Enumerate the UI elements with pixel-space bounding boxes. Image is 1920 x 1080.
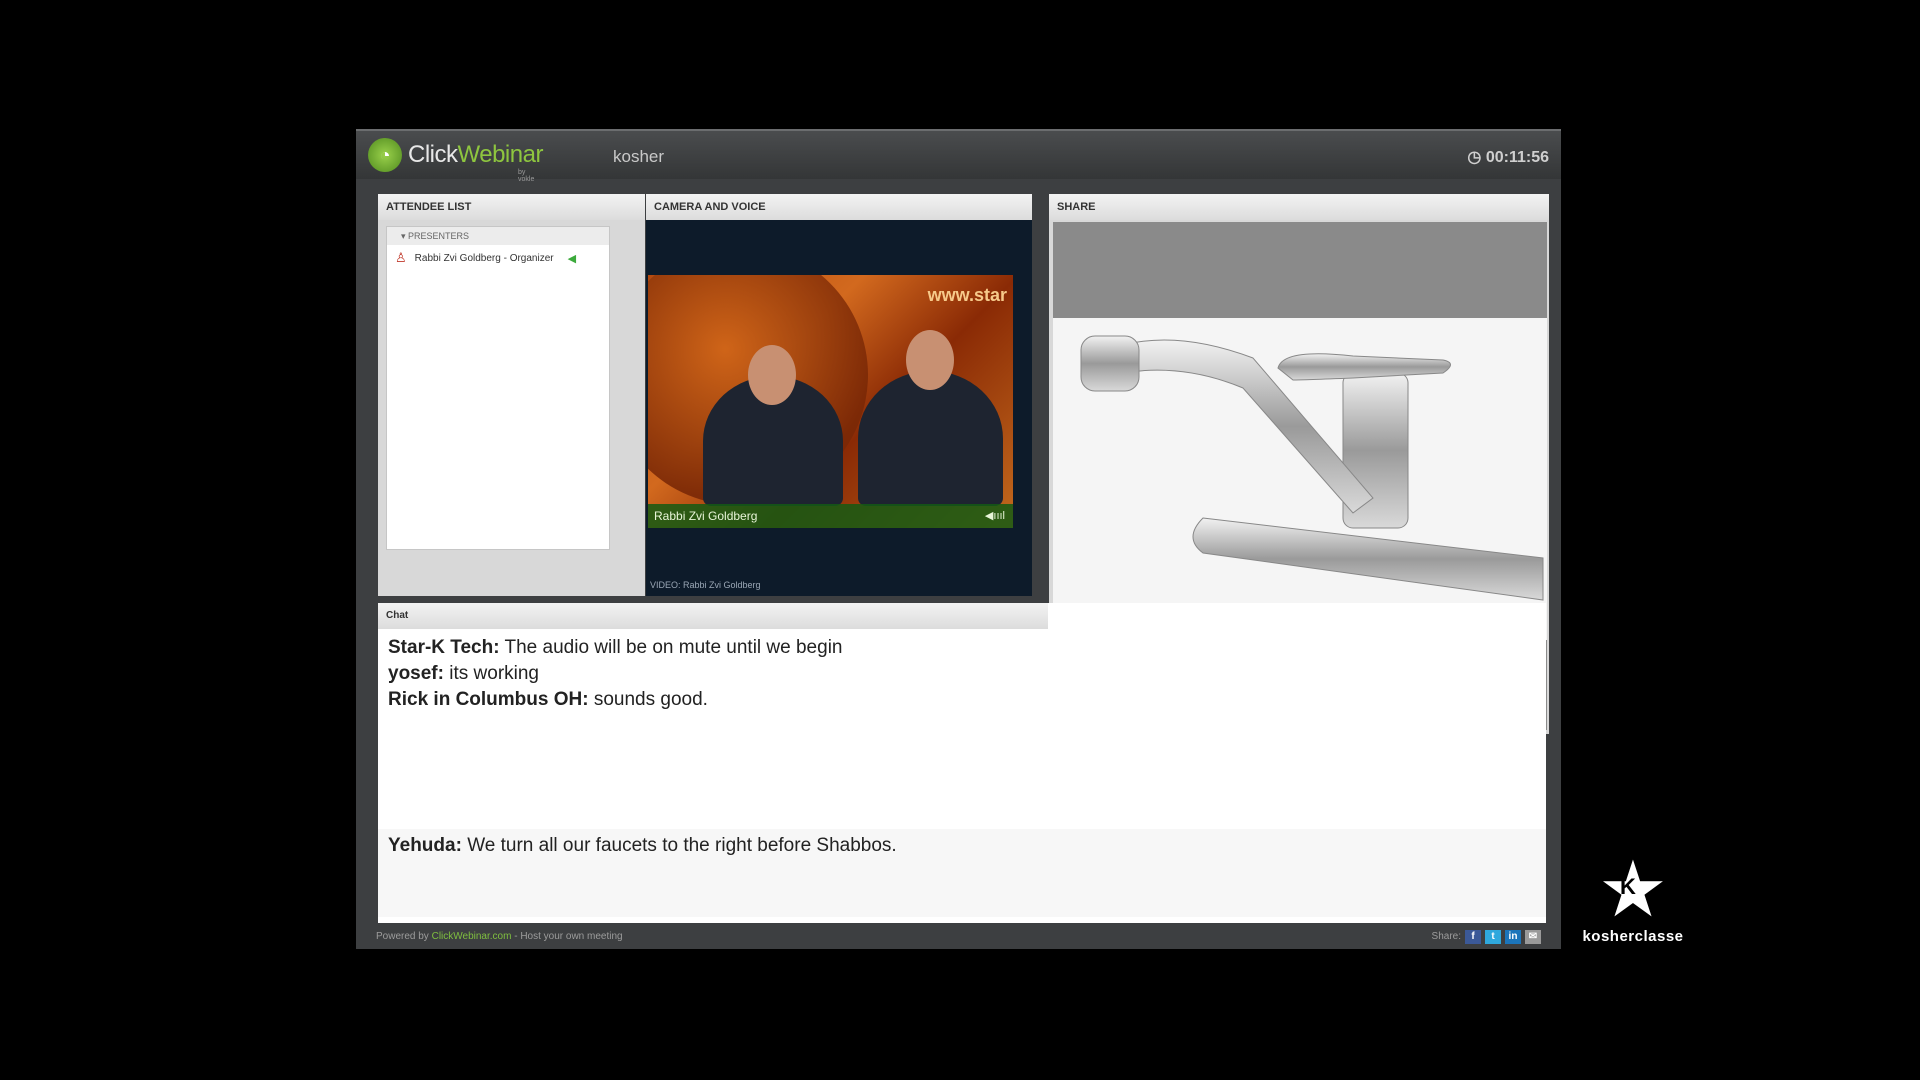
presenter-right: [858, 371, 1003, 506]
twitter-icon[interactable]: t: [1485, 930, 1501, 944]
logo-webinar: Webinar: [457, 141, 544, 168]
facebook-icon[interactable]: f: [1465, 930, 1481, 944]
chat-message: yosef: its working: [388, 663, 539, 684]
background-site-text: www.star: [927, 285, 1007, 305]
collapse-arrow-icon[interactable]: ▾: [401, 231, 406, 241]
email-icon[interactable]: ✉: [1525, 930, 1541, 944]
footer: Powered by ClickWebinar.com - Host your …: [356, 925, 1561, 949]
video-caption: Rabbi Zvi Goldberg ◀ıııl: [648, 504, 1013, 528]
share-title: SHARE: [1049, 194, 1549, 220]
camera-voice-panel: CAMERA AND VOICE www.star Rabbi Zvi Gold…: [646, 194, 1032, 596]
top-bar: ◔ ClickWebinar by vokle kosher ◷ 00:11:5…: [356, 131, 1561, 183]
chat-input[interactable]: Yehuda: We turn all our faucets to the r…: [378, 829, 1546, 917]
room-name: kosher: [613, 147, 665, 166]
volume-icon[interactable]: ◀ıııl: [985, 504, 1005, 528]
video-label: VIDEO: Rabbi Zvi Goldberg: [650, 580, 761, 590]
camera-title: CAMERA AND VOICE: [646, 194, 1032, 220]
video-feed[interactable]: www.star Rabbi Zvi Goldberg ◀ıııl: [648, 275, 1013, 528]
chat-log: Star-K Tech: The audio will be on mute u…: [378, 629, 1546, 719]
presenter-right-head: [906, 330, 954, 390]
timer-value: 00:11:56: [1485, 149, 1549, 166]
chat-title: Chat: [378, 603, 1048, 629]
logo-subtitle: by vokle: [518, 169, 535, 183]
logo-click: Click: [408, 141, 458, 168]
faucet-illustration: [1080, 335, 1544, 601]
brand-link[interactable]: ClickWebinar.com: [432, 931, 512, 942]
attendee-name: Rabbi Zvi Goldberg - Organizer: [414, 252, 554, 264]
linkedin-icon[interactable]: in: [1505, 930, 1521, 944]
webinar-window: ◔ ClickWebinar by vokle kosher ◷ 00:11:5…: [356, 129, 1561, 949]
chat-panel: Chat Star-K Tech: The audio will be on m…: [378, 603, 1546, 923]
share-buttons: Share: f t in ✉: [1432, 925, 1541, 949]
speaker-icon: ◀: [567, 252, 577, 265]
organizer-icon: ♙: [395, 250, 407, 265]
attendee-item[interactable]: ♙ Rabbi Zvi Goldberg - Organizer ◀: [387, 245, 609, 266]
faucet-image: [1053, 318, 1547, 640]
chat-message: Star-K Tech: The audio will be on mute u…: [388, 637, 843, 658]
attendee-list-title: ATTENDEE LIST: [378, 194, 645, 220]
session-timer: ◷ 00:11:56: [1467, 147, 1549, 167]
presenters-label: PRESENTERS: [408, 231, 470, 241]
attendee-list[interactable]: ▾ PRESENTERS ♙ Rabbi Zvi Goldberg - Orga…: [386, 226, 610, 550]
presenter-left-head: [748, 345, 796, 405]
clock-icon: ◷: [1467, 149, 1482, 166]
clickwebinar-logo-icon: ◔: [368, 138, 402, 172]
presenters-group[interactable]: ▾ PRESENTERS: [387, 227, 609, 245]
kosherclasse-watermark: ★ K kosherclasse: [1568, 850, 1698, 945]
chat-message: Rick in Columbus OH: sounds good.: [388, 689, 708, 710]
attendee-list-panel: ATTENDEE LIST ▾ PRESENTERS ♙ Rabbi Zvi G…: [378, 194, 645, 596]
logo: ◔ ClickWebinar by vokle: [368, 138, 544, 183]
host-link[interactable]: - Host your own meeting: [514, 931, 622, 942]
